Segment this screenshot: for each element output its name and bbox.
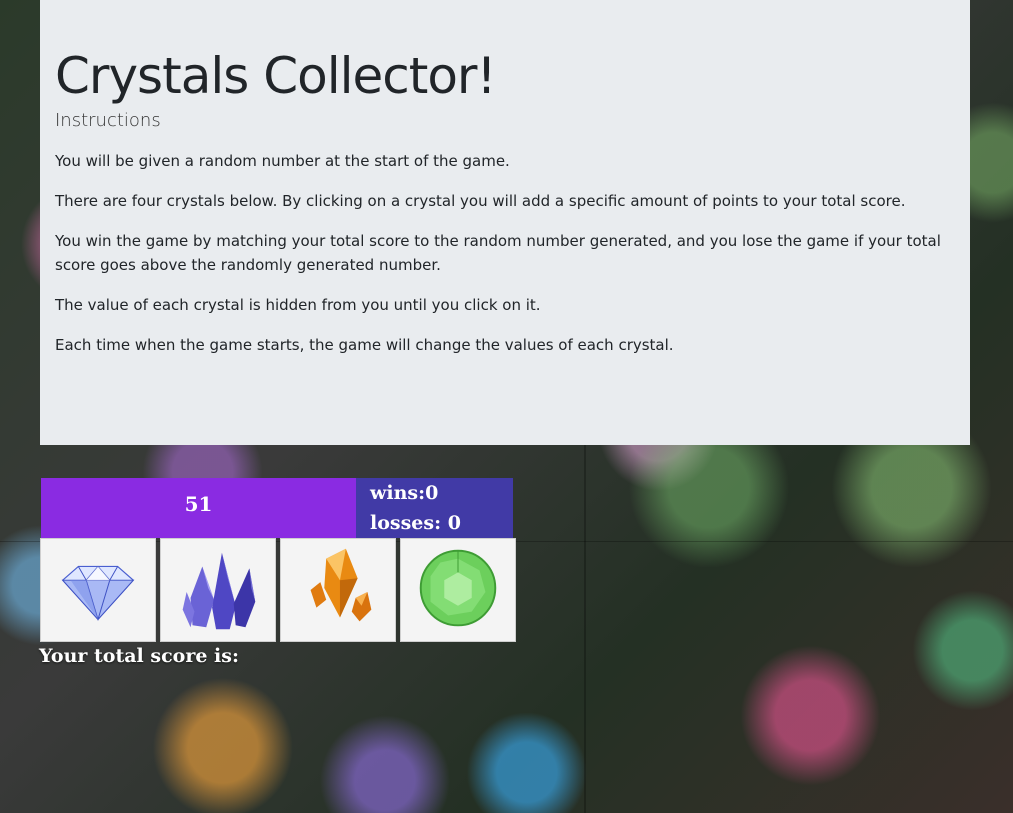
instruction-text: You will be given a random number at the… [55, 152, 510, 170]
crystal-button-3[interactable] [280, 538, 396, 642]
orange-crystal-icon [310, 548, 372, 622]
page-title: Crystals Collector! [55, 47, 497, 105]
wins-counter: wins:0 [370, 482, 439, 504]
instructions-panel: Crystals Collector! Instructions You wil… [40, 0, 970, 445]
losses-counter: losses: 0 [370, 512, 461, 534]
crystal-button-2[interactable] [160, 538, 276, 642]
instruction-text: There are four crystals below. By clicki… [55, 192, 906, 210]
total-score-label: Your total score is: [39, 645, 239, 667]
random-target-number: 51 [41, 478, 356, 538]
diamond-crystal-icon [61, 565, 135, 622]
target-number-value: 51 [184, 492, 213, 516]
instructions-heading: Instructions [55, 110, 161, 131]
crystal-button-1[interactable] [40, 538, 156, 642]
crystal-button-4[interactable] [400, 538, 516, 642]
instruction-text: You win the game by matching your total … [55, 232, 941, 274]
background-tile-divider [584, 445, 586, 813]
win-loss-counter: wins:0 losses: 0 [356, 478, 513, 538]
green-gem-icon [419, 549, 497, 627]
instruction-text: The value of each crystal is hidden from… [55, 296, 541, 314]
instruction-text: Each time when the game starts, the game… [55, 336, 674, 354]
purple-crystal-cluster-icon [182, 552, 256, 630]
